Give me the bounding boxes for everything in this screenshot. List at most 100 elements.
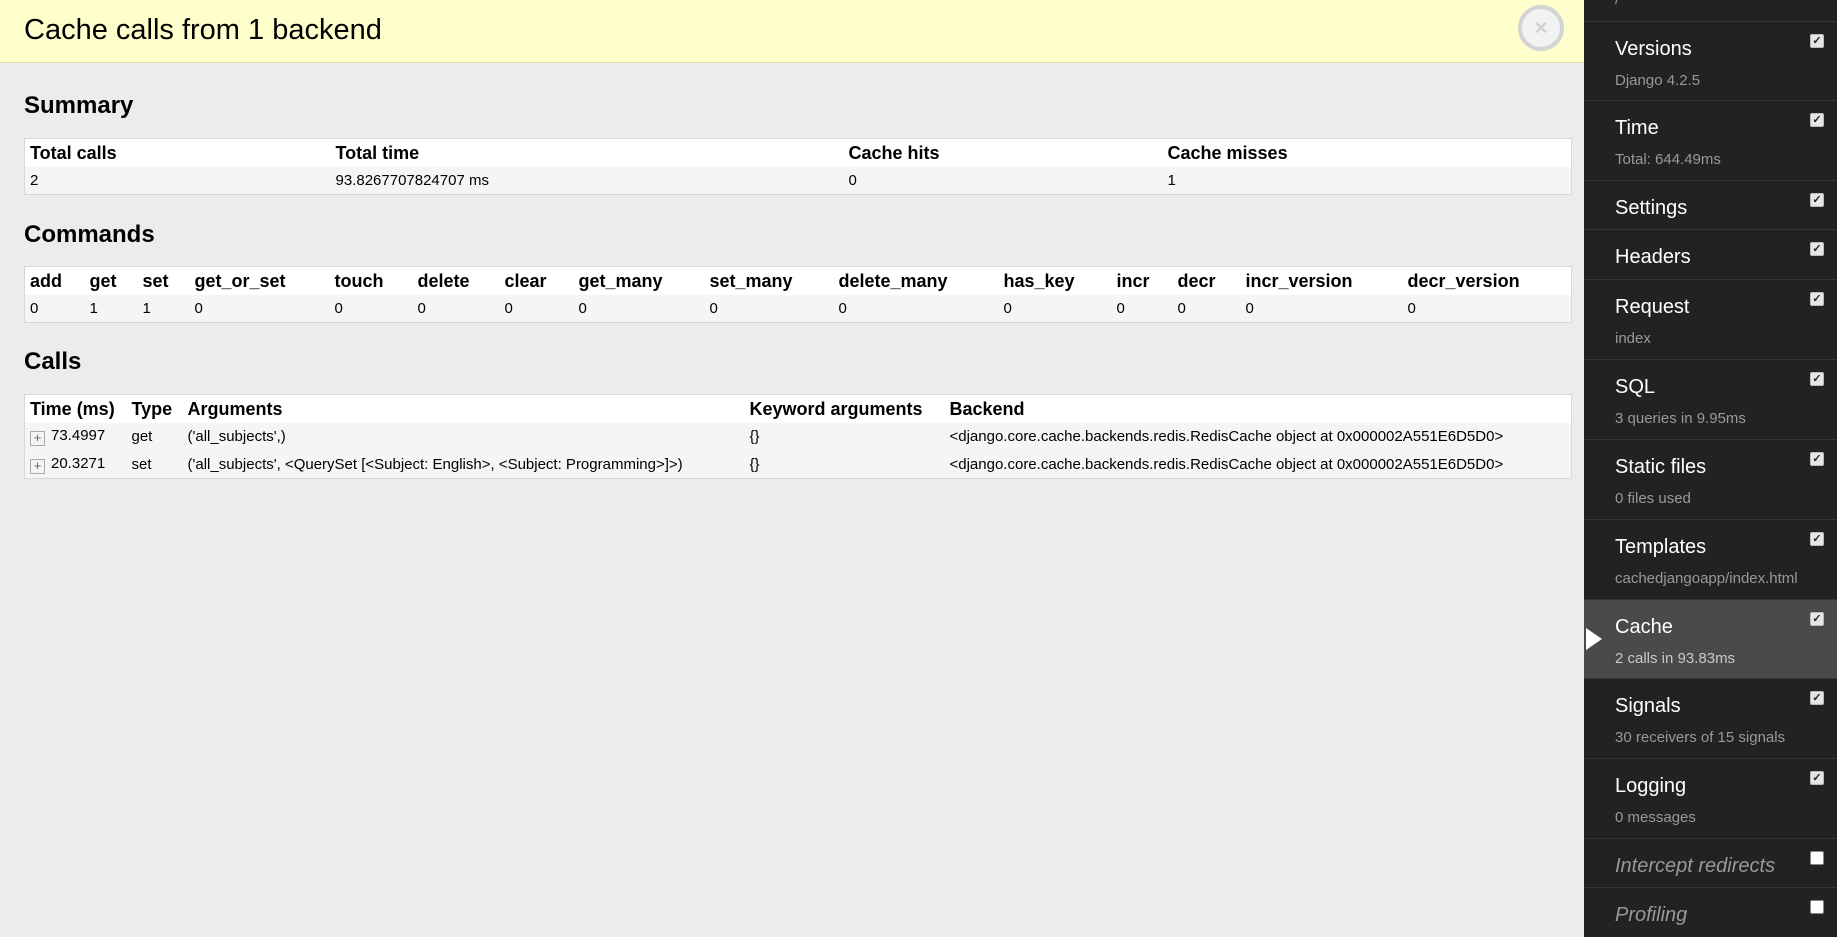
sidebar-item-sub: 2 calls in 93.83ms xyxy=(1615,650,1736,667)
sidebar-item-templates[interactable]: Templates cachedjangoapp/index.html ✓ xyxy=(1584,520,1837,600)
sidebar-item-label: Logging xyxy=(1615,775,1687,797)
summary-col-total-time: Total time xyxy=(330,138,844,167)
call-kwargs: {} xyxy=(744,450,945,479)
checkbox-static-files[interactable]: ✓ xyxy=(1810,452,1824,466)
call-time: 73.4997 xyxy=(51,427,106,444)
commands-heading: Commands xyxy=(24,221,155,248)
sidebar-item-label: Signals xyxy=(1615,695,1681,717)
call-kwargs: {} xyxy=(744,422,945,451)
sidebar-item-logging[interactable]: Logging 0 messages ✓ xyxy=(1584,759,1837,839)
checkbox-settings[interactable]: ✓ xyxy=(1810,193,1824,207)
sidebar-item-versions[interactable]: Versions Django 4.2.5 ✓ xyxy=(1584,22,1837,101)
call-backend: <django.core.cache.backends.redis.RedisC… xyxy=(944,450,1572,479)
calls-col-type: Type xyxy=(126,394,183,423)
sidebar-item-cache[interactable]: Cache 2 calls in 93.83ms ✓ xyxy=(1584,600,1837,679)
sidebar-item-label: Settings xyxy=(1615,197,1688,219)
summary-total-time: 93.8267707824707 ms xyxy=(330,166,844,195)
summary-table: Total calls Total time Cache hits Cache … xyxy=(24,138,1572,195)
checkbox-intercept-redirects[interactable] xyxy=(1810,851,1824,865)
checkbox-versions[interactable]: ✓ xyxy=(1810,34,1824,48)
sidebar-item-sub: 0 messages xyxy=(1615,809,1696,826)
sidebar-item-headers[interactable]: Headers ✓ xyxy=(1584,230,1837,280)
call-time-cell: +73.4997 xyxy=(24,422,127,451)
sidebar-item-time[interactable]: Time Total: 644.49ms ✓ xyxy=(1584,101,1837,181)
sidebar-item-label: Profiling xyxy=(1615,904,1688,926)
sidebar-item-label: Cache xyxy=(1615,616,1673,638)
call-arguments: ('all_subjects', <QuerySet [<Subject: En… xyxy=(182,450,745,479)
sidebar-item-intercept-redirects[interactable]: Intercept redirects xyxy=(1584,839,1837,888)
commands-col: add xyxy=(24,266,85,295)
summary-col-cache-hits: Cache hits xyxy=(843,138,1163,167)
call-time: 20.3271 xyxy=(51,454,106,472)
commands-col: clear xyxy=(499,266,574,295)
calls-heading: Calls xyxy=(24,348,82,375)
calls-col-arguments: Arguments xyxy=(182,394,745,423)
checkbox-request[interactable]: ✓ xyxy=(1810,292,1824,306)
expand-toggle-icon[interactable]: + xyxy=(30,458,45,474)
panel-title: Cache calls from 1 backend xyxy=(24,14,382,46)
checkbox-time[interactable]: ✓ xyxy=(1810,113,1824,127)
commands-col: get_or_set xyxy=(189,266,330,295)
command-count: 1 xyxy=(137,294,190,323)
commands-col: get_many xyxy=(573,266,705,295)
sidebar-item-request[interactable]: Request index ✓ xyxy=(1584,280,1837,360)
commands-col: incr xyxy=(1111,266,1173,295)
checkbox-profiling[interactable] xyxy=(1810,900,1824,914)
checkbox-cache[interactable]: ✓ xyxy=(1810,612,1824,626)
sidebar-item-settings[interactable]: Settings ✓ xyxy=(1584,181,1837,230)
command-count: 1 xyxy=(84,294,138,323)
sidebar-item-sub: 30 receivers of 15 signals xyxy=(1615,729,1786,746)
call-backend: <django.core.cache.backends.redis.RedisC… xyxy=(944,422,1572,451)
table-row: 0 1 1 0 0 0 0 0 0 0 0 0 0 0 0 xyxy=(24,294,1572,323)
calls-table: Time (ms) Type Arguments Keyword argumen… xyxy=(24,394,1572,479)
table-row: 2 93.8267707824707 ms 0 1 xyxy=(24,166,1572,195)
active-panel-arrow-icon xyxy=(1586,628,1602,650)
sidebar-item-static-files[interactable]: Static files 0 files used ✓ xyxy=(1584,440,1837,520)
checkbox-sql[interactable]: ✓ xyxy=(1810,372,1824,386)
command-count: 0 xyxy=(573,294,705,323)
commands-col: delete xyxy=(412,266,500,295)
command-count: 0 xyxy=(704,294,834,323)
close-icon: × xyxy=(1534,15,1548,40)
command-count: 0 xyxy=(1172,294,1241,323)
table-row: +73.4997 get ('all_subjects',) {} <djang… xyxy=(24,422,1572,451)
command-count: 0 xyxy=(189,294,330,323)
sidebar-item-label: Request xyxy=(1615,296,1690,318)
command-count: 0 xyxy=(1111,294,1173,323)
commands-col: decr xyxy=(1172,266,1241,295)
call-type: set xyxy=(126,450,183,479)
expand-toggle-icon[interactable]: + xyxy=(30,431,45,446)
sidebar-item-sql[interactable]: SQL 3 queries in 9.95ms ✓ xyxy=(1584,360,1837,440)
commands-col: delete_many xyxy=(833,266,999,295)
call-arguments: ('all_subjects',) xyxy=(182,422,745,451)
checkbox-headers[interactable]: ✓ xyxy=(1810,242,1824,256)
checkbox-templates[interactable]: ✓ xyxy=(1810,532,1824,546)
calls-col-time: Time (ms) xyxy=(24,394,127,423)
command-count: 0 xyxy=(1240,294,1403,323)
sidebar-item-label: Static files xyxy=(1615,456,1707,478)
command-count: 0 xyxy=(833,294,999,323)
command-count: 0 xyxy=(1402,294,1572,323)
call-type: get xyxy=(126,422,183,451)
sidebar-item-sub: 3 queries in 9.95ms xyxy=(1615,410,1746,427)
commands-col: set_many xyxy=(704,266,834,295)
summary-cache-misses: 1 xyxy=(1162,166,1572,195)
checkbox-logging[interactable]: ✓ xyxy=(1810,771,1824,785)
panel-header: Cache calls from 1 backend × xyxy=(0,0,1584,63)
sidebar-item-label: SQL xyxy=(1615,376,1656,398)
calls-col-kwargs: Keyword arguments xyxy=(744,394,945,423)
commands-col: touch xyxy=(329,266,413,295)
commands-col: set xyxy=(137,266,190,295)
summary-col-cache-misses: Cache misses xyxy=(1162,138,1572,167)
summary-heading: Summary xyxy=(24,92,134,119)
sidebar-item-signals[interactable]: Signals 30 receivers of 15 signals ✓ xyxy=(1584,679,1837,759)
close-button[interactable]: × xyxy=(1518,5,1564,51)
sidebar-item-profiling[interactable]: Profiling xyxy=(1584,888,1837,937)
summary-col-total-calls: Total calls xyxy=(24,138,331,167)
checkbox-signals[interactable]: ✓ xyxy=(1810,691,1824,705)
sidebar-item-label: Templates xyxy=(1615,536,1707,558)
command-count: 0 xyxy=(24,294,85,323)
table-row: +20.3271 set ('all_subjects', <QuerySet … xyxy=(24,450,1572,479)
commands-col: has_key xyxy=(998,266,1112,295)
command-count: 0 xyxy=(499,294,574,323)
